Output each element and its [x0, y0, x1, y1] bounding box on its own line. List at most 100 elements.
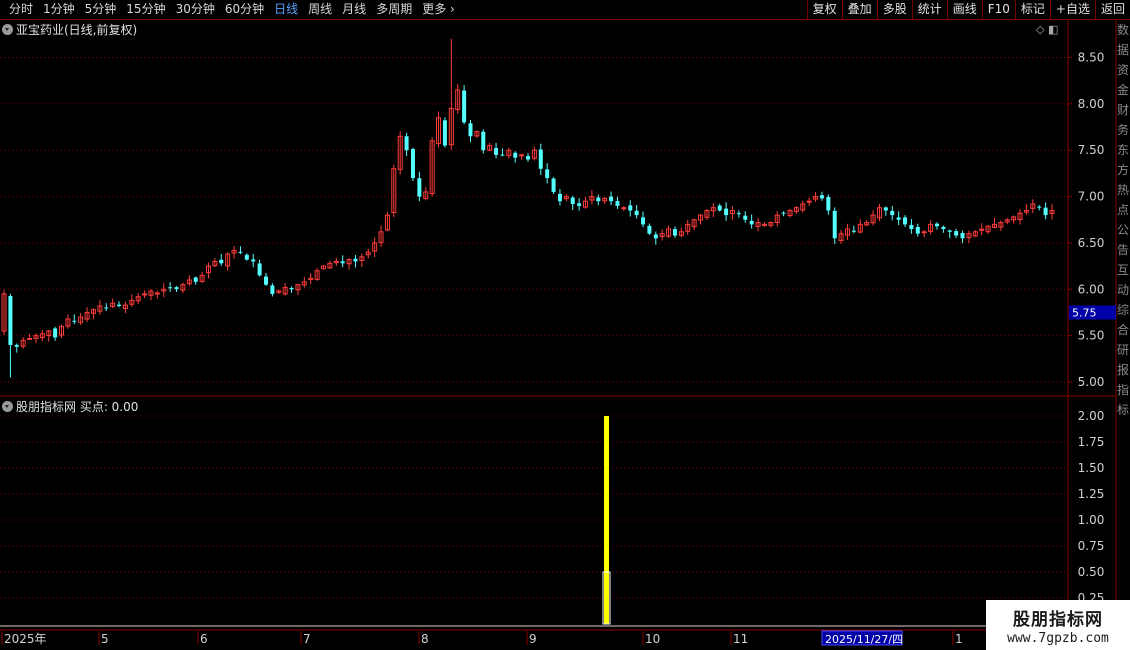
candle-body [340, 261, 345, 264]
candle-body [653, 234, 658, 239]
side-panel-tab[interactable]: 标 [1116, 400, 1130, 420]
watermark-logo: 股朋指标网 www.7gpzb.com [986, 600, 1130, 650]
candle-body [941, 226, 946, 230]
candle-body [883, 207, 888, 211]
candle-body [832, 210, 837, 239]
candle-body [264, 276, 268, 285]
candle-body [736, 213, 741, 215]
candle-body [761, 223, 767, 226]
candle-body [915, 226, 920, 234]
indicator-label: 股朋指标网 买点: 0.00 [16, 400, 139, 414]
time-tick-label: 9 [529, 632, 537, 646]
side-panel-tab[interactable]: 告 [1116, 240, 1130, 260]
candle-body [494, 148, 499, 155]
price-tick-label: 7.00 [1078, 190, 1105, 204]
candle-body [570, 197, 575, 204]
side-panel-tab[interactable]: 互 [1116, 260, 1130, 280]
candle-body [219, 259, 224, 264]
candle-body [1043, 207, 1048, 216]
candle-body [519, 154, 525, 157]
price-tick-label: 7.50 [1078, 143, 1105, 157]
candle-body [513, 152, 518, 158]
indicator-tick-label: 0.75 [1078, 539, 1105, 553]
chart-area[interactable]: 8.50 8.00 7.50 7.00 6.50 6.00 5.50 5.00 5.75 2.00… [0, 0, 1130, 650]
candle-body [634, 210, 639, 216]
side-panel-tab[interactable]: 指 [1116, 380, 1130, 400]
candle-body [353, 258, 358, 262]
candle-body [954, 231, 959, 236]
candle-body [417, 178, 422, 197]
candle-body [404, 136, 409, 151]
candle-body [819, 195, 824, 199]
indicator-tick-label: 0.50 [1078, 565, 1105, 579]
candle-body [104, 307, 109, 309]
candle-body [142, 293, 148, 296]
main-chart-title[interactable]: 亚宝药业(日线,前复权) [2, 21, 137, 38]
candle-body [934, 223, 939, 227]
price-tick-label: 6.00 [1078, 282, 1105, 296]
side-panel-tab[interactable]: 综 [1116, 300, 1130, 320]
time-tick-label: 6 [200, 632, 208, 646]
side-panel-tab[interactable]: 财 [1116, 100, 1130, 120]
candle-body [551, 178, 556, 192]
candle-body [462, 90, 467, 123]
buy-signal-bar [604, 416, 609, 624]
price-tick-label: 5.00 [1078, 375, 1105, 389]
candle-body [154, 292, 160, 295]
candle-body [168, 287, 173, 289]
side-panel-tab[interactable]: 热 [1116, 180, 1130, 200]
cursor-date-label: 2025/11/27/四 [825, 633, 903, 646]
side-panel-tab[interactable]: 金 [1116, 80, 1130, 100]
candle-body [500, 154, 505, 156]
candle-body [672, 229, 677, 236]
time-tick-label: 11 [733, 632, 748, 646]
side-panel-tab[interactable]: 点 [1116, 200, 1130, 220]
candle-body [193, 277, 198, 282]
time-tick-label: 10 [645, 632, 660, 646]
candle-body [621, 207, 627, 210]
side-panel-tab[interactable]: 研 [1116, 340, 1130, 360]
side-panel-tab[interactable]: 方 [1116, 160, 1130, 180]
candle-body [890, 210, 895, 216]
side-panel-tab[interactable]: 动 [1116, 280, 1130, 300]
chart-mode-icons[interactable]: ◇ ◧ [1036, 23, 1058, 36]
candle-body [174, 287, 179, 290]
candle-body [615, 201, 620, 206]
candle-body [557, 193, 562, 202]
price-tick-label: 5.50 [1078, 329, 1105, 343]
indicator-tick-label: 1.50 [1078, 461, 1105, 475]
side-panel-tab[interactable]: 公 [1116, 220, 1130, 240]
candle-body [1037, 206, 1042, 208]
indicator-tick-label: 1.25 [1078, 487, 1105, 501]
side-panel-tab[interactable]: 合 [1116, 320, 1130, 340]
indicator-title[interactable]: 股朋指标网 买点: 0.00 [2, 398, 138, 415]
indicator-tick-label: 1.75 [1078, 435, 1105, 449]
candle-body [14, 344, 19, 347]
side-panel-tab[interactable]: 据 [1116, 40, 1130, 60]
side-panel-tab[interactable]: 数 [1116, 20, 1130, 40]
dropdown-circle-icon[interactable] [2, 401, 13, 412]
dropdown-circle-icon[interactable] [2, 24, 13, 35]
side-panel-tab[interactable]: 报 [1116, 360, 1130, 380]
side-panel-tab[interactable]: 务 [1116, 120, 1130, 140]
indicator-tick-label: 1.00 [1078, 513, 1105, 527]
side-panel-tab[interactable]: 资 [1116, 60, 1130, 80]
watermark-url: www.7gpzb.com [1007, 631, 1109, 646]
side-panel-tab[interactable]: 东 [1116, 140, 1130, 160]
candle-body [743, 215, 748, 220]
candle-body [72, 320, 77, 322]
right-side-panel[interactable]: 数据资金财务东方热点公告互动综合研报指标 [1116, 20, 1130, 630]
candle-body [909, 225, 914, 230]
candle-body [947, 230, 952, 232]
candle-body [468, 123, 473, 137]
candle-body [641, 217, 646, 225]
candle-body [717, 205, 722, 211]
candle-body [410, 148, 415, 179]
candle-body [270, 285, 275, 294]
candle-body [851, 230, 856, 232]
price-tick-label: 8.50 [1078, 51, 1105, 65]
candle-body [244, 254, 249, 260]
candle-body [960, 233, 965, 239]
candle-body [481, 131, 486, 151]
candle-body [27, 337, 33, 340]
